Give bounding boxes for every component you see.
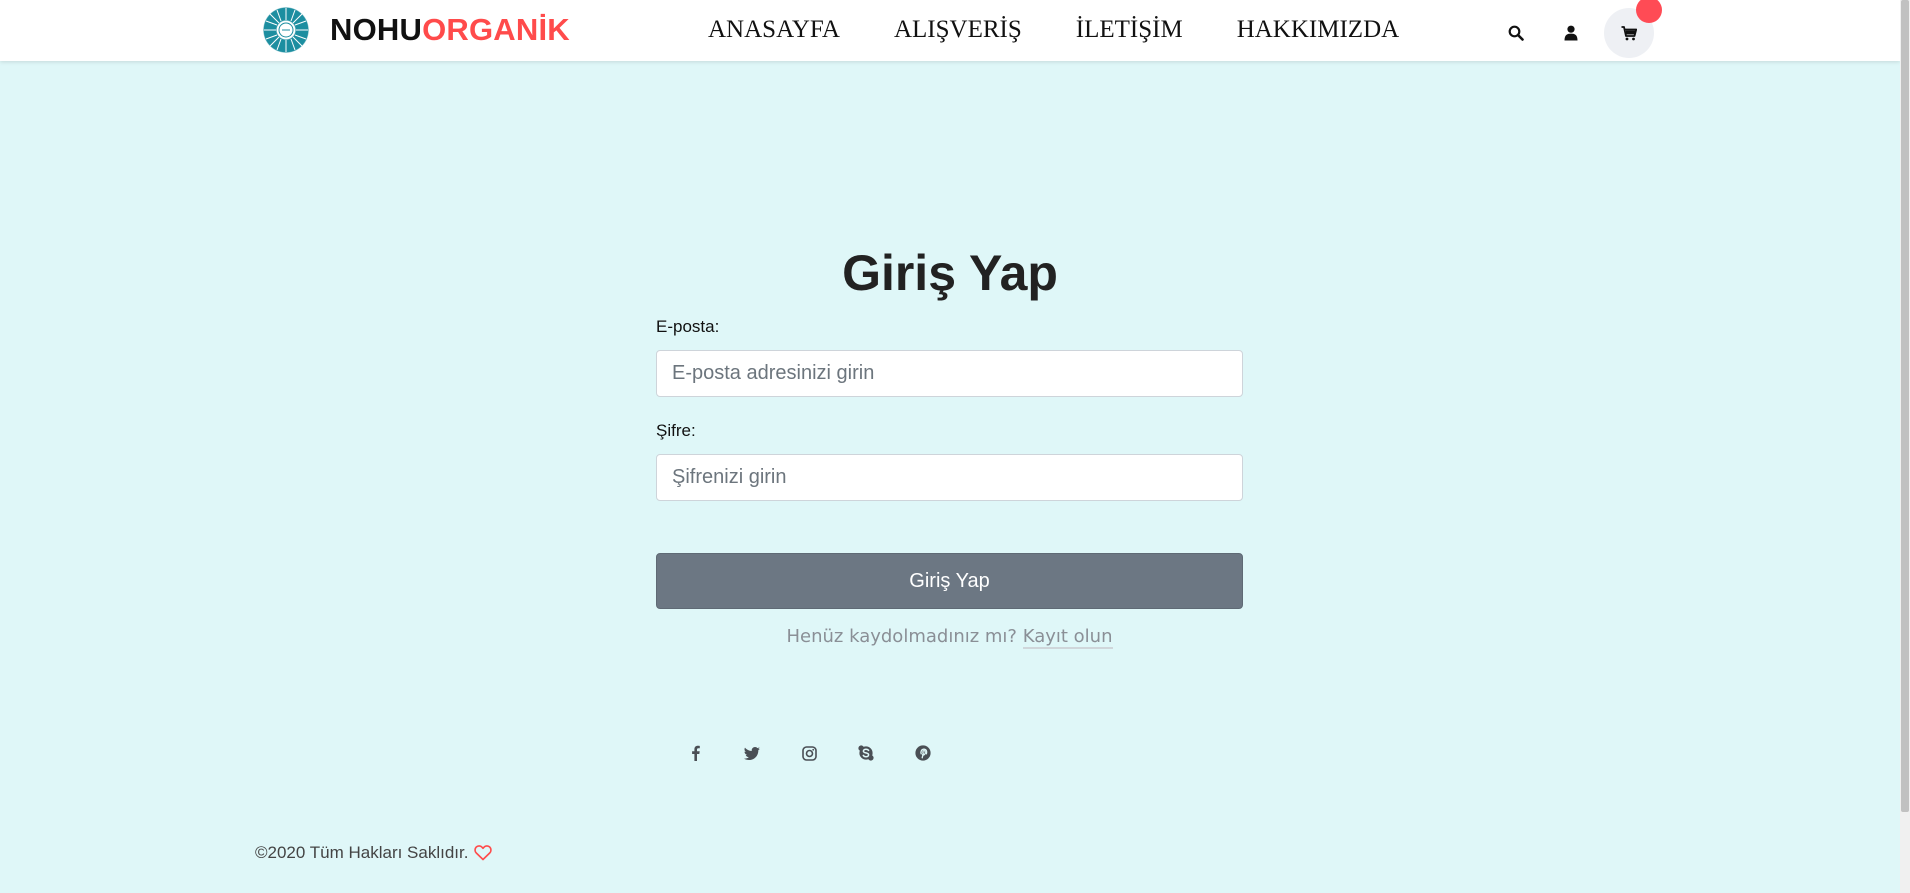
pinterest-link[interactable] bbox=[908, 738, 938, 768]
header-actions bbox=[1494, 0, 1665, 58]
page-scrollbar[interactable] bbox=[1900, 0, 1910, 893]
facebook-icon bbox=[691, 745, 700, 761]
nav-item-anasayfa[interactable]: ANASAYFA bbox=[708, 16, 840, 44]
password-label: Şifre: bbox=[656, 421, 696, 440]
nav-item-hakkimizda[interactable]: HAKKIMIZDA bbox=[1237, 16, 1399, 44]
account-button[interactable] bbox=[1549, 11, 1593, 55]
brand-part-2: ORGANİK bbox=[422, 12, 570, 47]
copyright-text: ©2020 Tüm Hakları Saklıdır. bbox=[255, 843, 469, 862]
cart-icon bbox=[1621, 25, 1637, 40]
user-icon bbox=[1564, 25, 1578, 41]
heart-icon bbox=[474, 845, 493, 861]
pinterest-icon bbox=[915, 745, 931, 761]
email-field[interactable] bbox=[656, 350, 1243, 397]
top-navbar: NOHUORGANİK ANASAYFA ALIŞVERİŞ İLETİŞİM … bbox=[0, 0, 1900, 61]
facebook-link[interactable] bbox=[680, 738, 710, 768]
main-nav: ANASAYFA ALIŞVERİŞ İLETİŞİM HAKKIMIZDA bbox=[708, 16, 1453, 44]
skype-link[interactable] bbox=[851, 738, 881, 768]
login-submit-button[interactable]: Giriş Yap bbox=[656, 553, 1243, 609]
twitter-icon bbox=[744, 746, 760, 760]
register-prompt-line: Henüz kaydolmadınız mı? Kayıt olun bbox=[656, 626, 1243, 649]
brand-name: NOHUORGANİK bbox=[330, 12, 570, 48]
search-icon bbox=[1508, 25, 1524, 41]
nav-item-alisveris[interactable]: ALIŞVERİŞ bbox=[894, 16, 1022, 44]
scrollbar-thumb[interactable] bbox=[1901, 0, 1909, 812]
twitter-link[interactable] bbox=[737, 738, 767, 768]
register-link[interactable]: Kayıt olun bbox=[1022, 626, 1113, 649]
password-field[interactable] bbox=[656, 454, 1243, 501]
logo-icon bbox=[260, 4, 312, 56]
email-label: E-posta: bbox=[656, 317, 720, 336]
copyright-notice: ©2020 Tüm Hakları Saklıdır. bbox=[255, 843, 493, 863]
page-title: Giriş Yap bbox=[842, 245, 1058, 301]
instagram-icon bbox=[801, 745, 817, 761]
register-prompt: Henüz kaydolmadınız mı? bbox=[786, 626, 1017, 647]
logo-link[interactable]: NOHUORGANİK bbox=[260, 4, 570, 56]
search-button[interactable] bbox=[1494, 11, 1538, 55]
cart-button[interactable] bbox=[1604, 0, 1662, 58]
instagram-link[interactable] bbox=[794, 738, 824, 768]
nav-item-iletisim[interactable]: İLETİŞİM bbox=[1076, 16, 1183, 44]
social-links bbox=[680, 738, 965, 768]
skype-icon bbox=[858, 745, 874, 761]
brand-part-1: NOHU bbox=[330, 12, 423, 47]
cart-count-badge bbox=[1636, 0, 1662, 23]
